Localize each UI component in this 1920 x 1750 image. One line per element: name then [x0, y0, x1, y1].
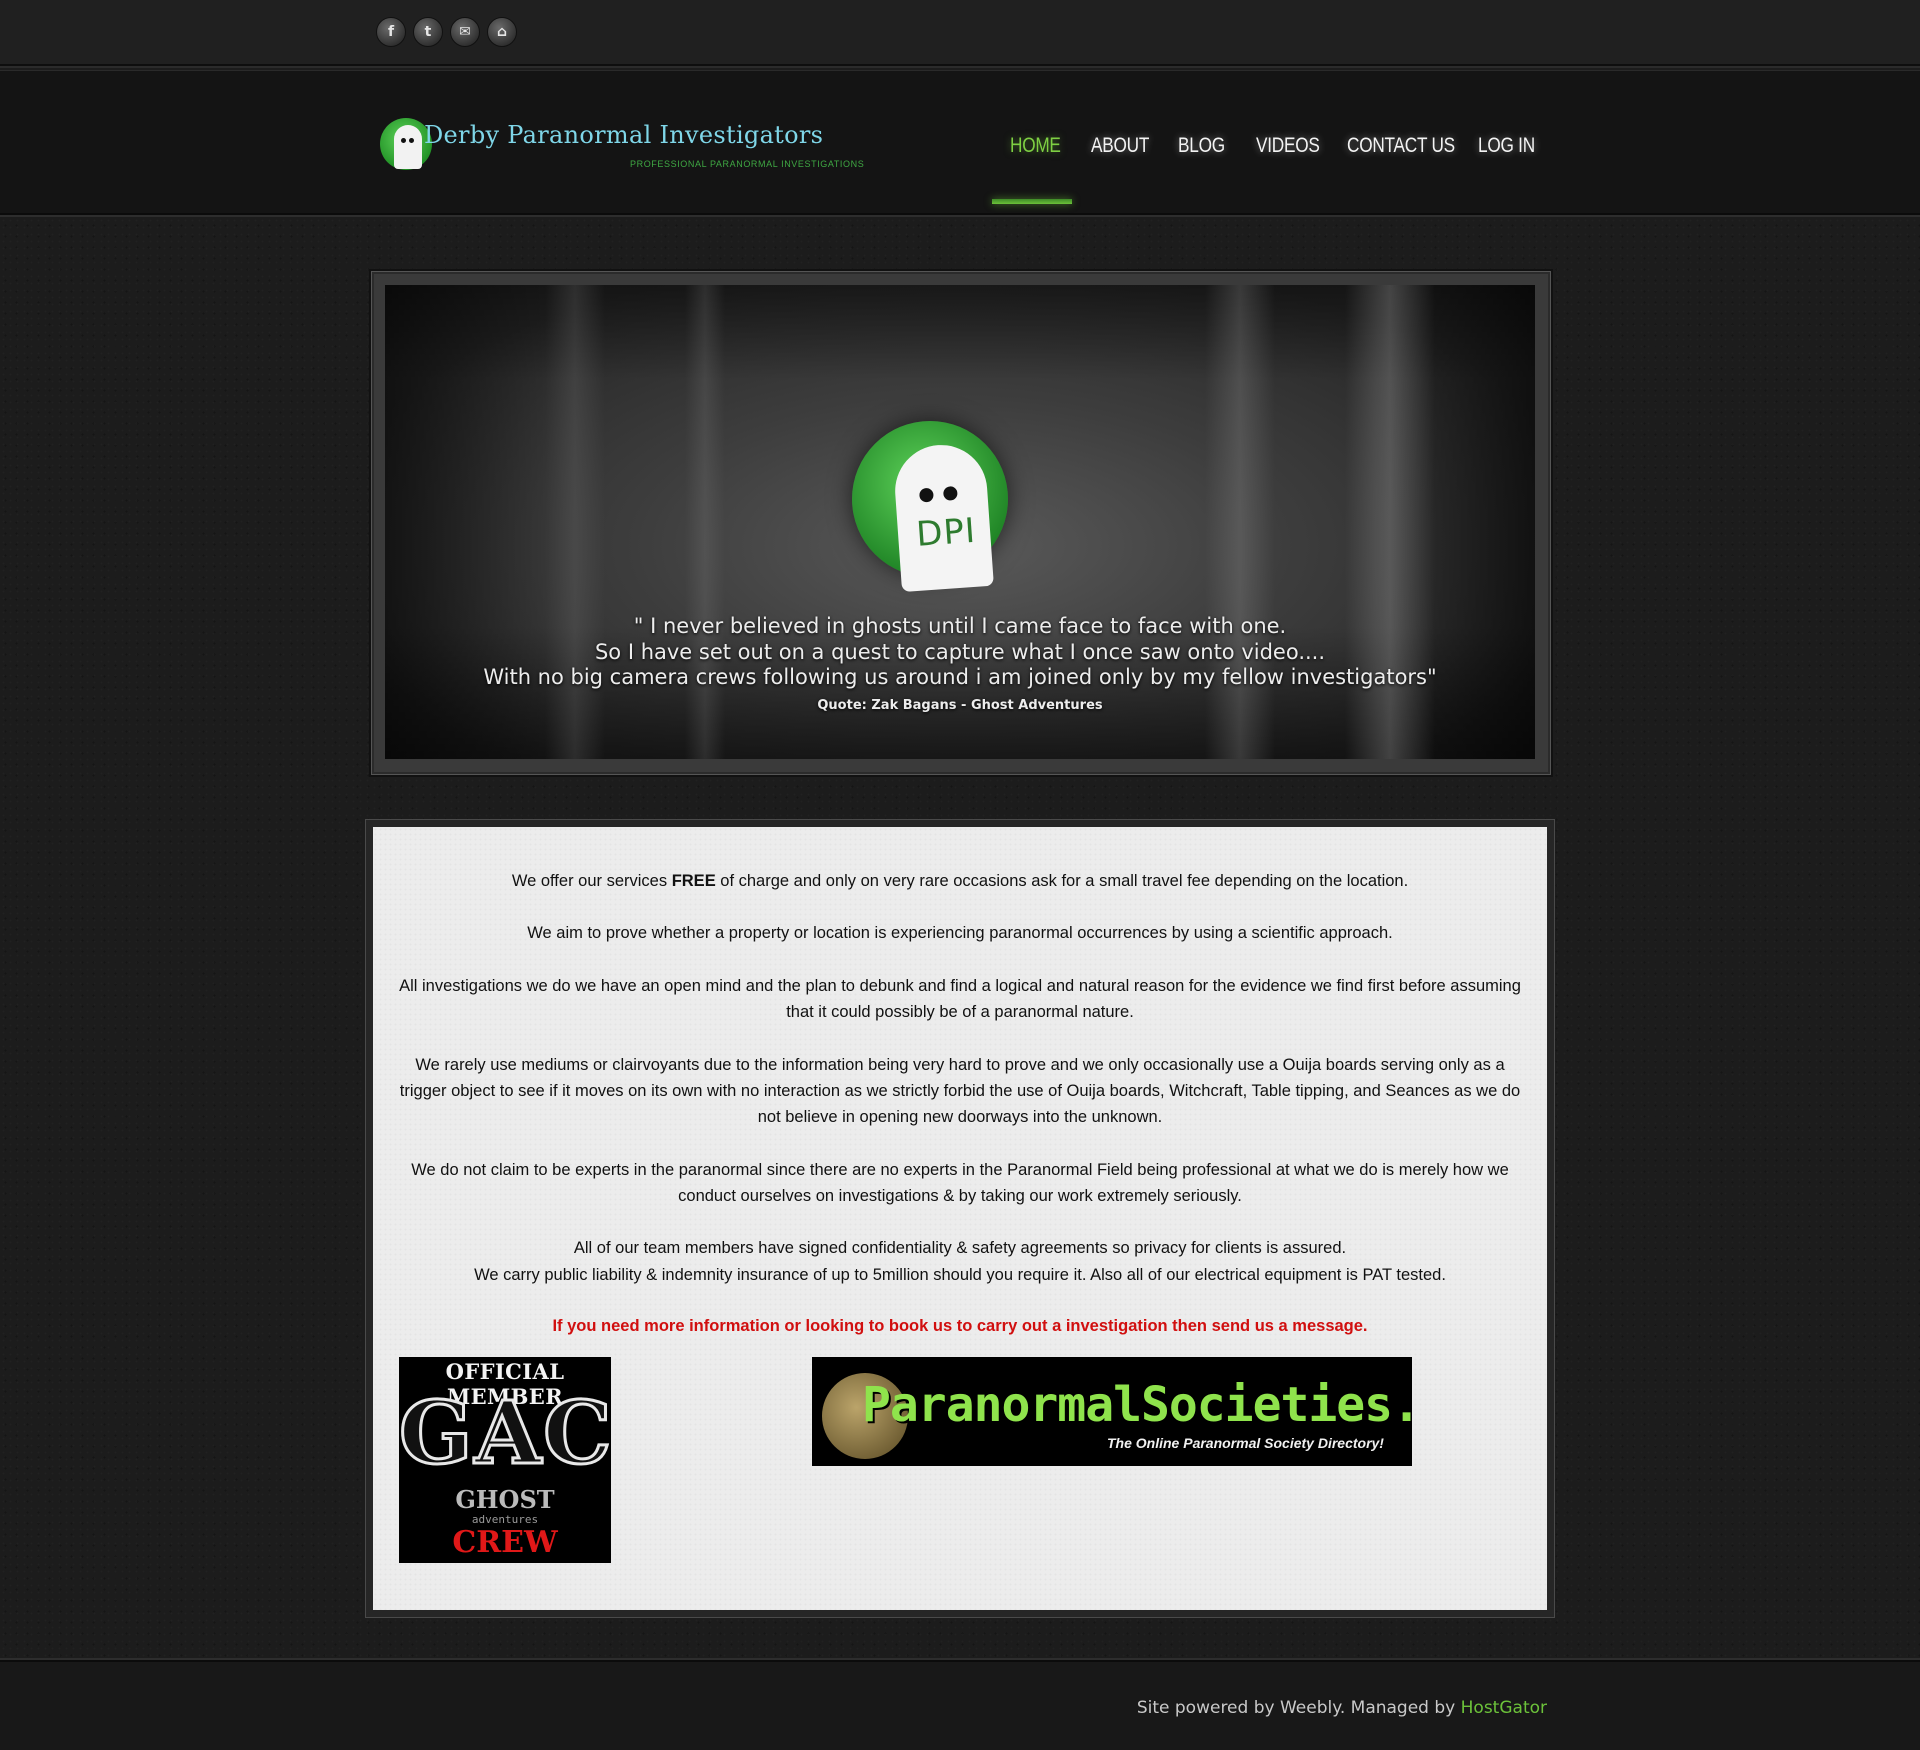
p1-after: of charge and only on very rare occasion…	[715, 872, 1409, 890]
social-icons: f t ✉ ⌂	[376, 17, 517, 47]
site-logo[interactable]: Derby Paranormal Investigators PROFESSIO…	[380, 113, 864, 183]
banner-image: DPI " I never believed in ghosts until I…	[385, 285, 1535, 759]
nav-videos[interactable]: VIDEOS	[1256, 134, 1320, 224]
quote-line-1: " I never believed in ghosts until I cam…	[633, 614, 1287, 638]
ghost-icon	[394, 125, 422, 169]
nav-contact-us[interactable]: CONTACT US	[1347, 134, 1455, 224]
ps-title: ParanormalSocieties.com	[862, 1377, 1412, 1433]
gac-crew-text: CREW	[452, 1525, 558, 1560]
paragraph-not-experts: We do not claim to be experts in the par…	[411, 1161, 1509, 1205]
email-icon[interactable]: ✉	[450, 17, 480, 47]
logo-subtitle: PROFESSIONAL PARANORMAL INVESTIGATIONS	[630, 159, 865, 169]
ghost-eye	[942, 485, 958, 501]
nav-log-in[interactable]: LOG IN	[1478, 134, 1535, 224]
hostgator-link[interactable]: HostGator	[1461, 1698, 1547, 1718]
paranormal-societies-badge[interactable]: ParanormalSocieties.com The Online Paran…	[812, 1357, 1412, 1466]
dpi-logo-text: DPI	[914, 510, 978, 555]
nav-home[interactable]: HOME	[1010, 134, 1061, 224]
content-frame: We offer our services FREE of charge and…	[365, 819, 1555, 1618]
dpi-ghost-icon: DPI	[892, 441, 994, 593]
social-bar: f t ✉ ⌂	[0, 0, 1920, 66]
paragraph-free-services: We offer our services FREE of charge and…	[393, 868, 1527, 894]
paragraph-mediums: We rarely use mediums or clairvoyants du…	[399, 1056, 1521, 1126]
quote-attribution: Quote: Zak Bagans - Ghost Adventures	[817, 698, 1103, 713]
free-emphasis: FREE	[671, 872, 716, 890]
site-footer: Site powered by Weebly. Managed by HostG…	[0, 1660, 1920, 1750]
paragraph-open-mind: All investigations we do we have an open…	[399, 977, 1521, 1021]
gac-main-text: GAC	[399, 1382, 611, 1486]
nav-about[interactable]: ABOUT	[1091, 134, 1149, 224]
ghost-eye	[918, 487, 934, 503]
paragraph-scientific-approach: We aim to prove whether a property or lo…	[527, 924, 1393, 942]
facebook-icon[interactable]: f	[376, 17, 406, 47]
rss-icon[interactable]: ⌂	[487, 17, 517, 47]
quote-line-2: So I have set out on a quest to capture …	[594, 640, 1326, 664]
nav-blog[interactable]: BLOG	[1178, 134, 1225, 224]
paragraph-insurance: We carry public liability & indemnity in…	[474, 1266, 1446, 1284]
quote-line-3: With no big camera crews following us ar…	[483, 665, 1437, 689]
call-to-action[interactable]: If you need more information or looking …	[393, 1313, 1527, 1339]
hero-banner: DPI " I never believed in ghosts until I…	[371, 271, 1551, 775]
twitter-icon[interactable]: t	[413, 17, 443, 47]
content-area: We offer our services FREE of charge and…	[373, 827, 1547, 1610]
p1-before: We offer our services	[511, 872, 672, 890]
site-header: Derby Paranormal Investigators PROFESSIO…	[0, 70, 1920, 215]
logo-title: Derby Paranormal Investigators	[424, 121, 824, 149]
gac-member-badge[interactable]: OFFICIAL MEMBER GAC GHOST adventures CRE…	[399, 1357, 611, 1563]
nav-active-indicator	[992, 199, 1072, 204]
paragraph-confidentiality: All of our team members have signed conf…	[573, 1239, 1347, 1257]
footer-credits: Site powered by Weebly. Managed by HostG…	[1137, 1698, 1547, 1718]
gac-ghost-text: GHOST	[455, 1485, 555, 1514]
ps-subtitle: The Online Paranormal Society Directory!	[1107, 1435, 1384, 1451]
footer-text: Site powered by Weebly. Managed by	[1136, 1698, 1461, 1718]
